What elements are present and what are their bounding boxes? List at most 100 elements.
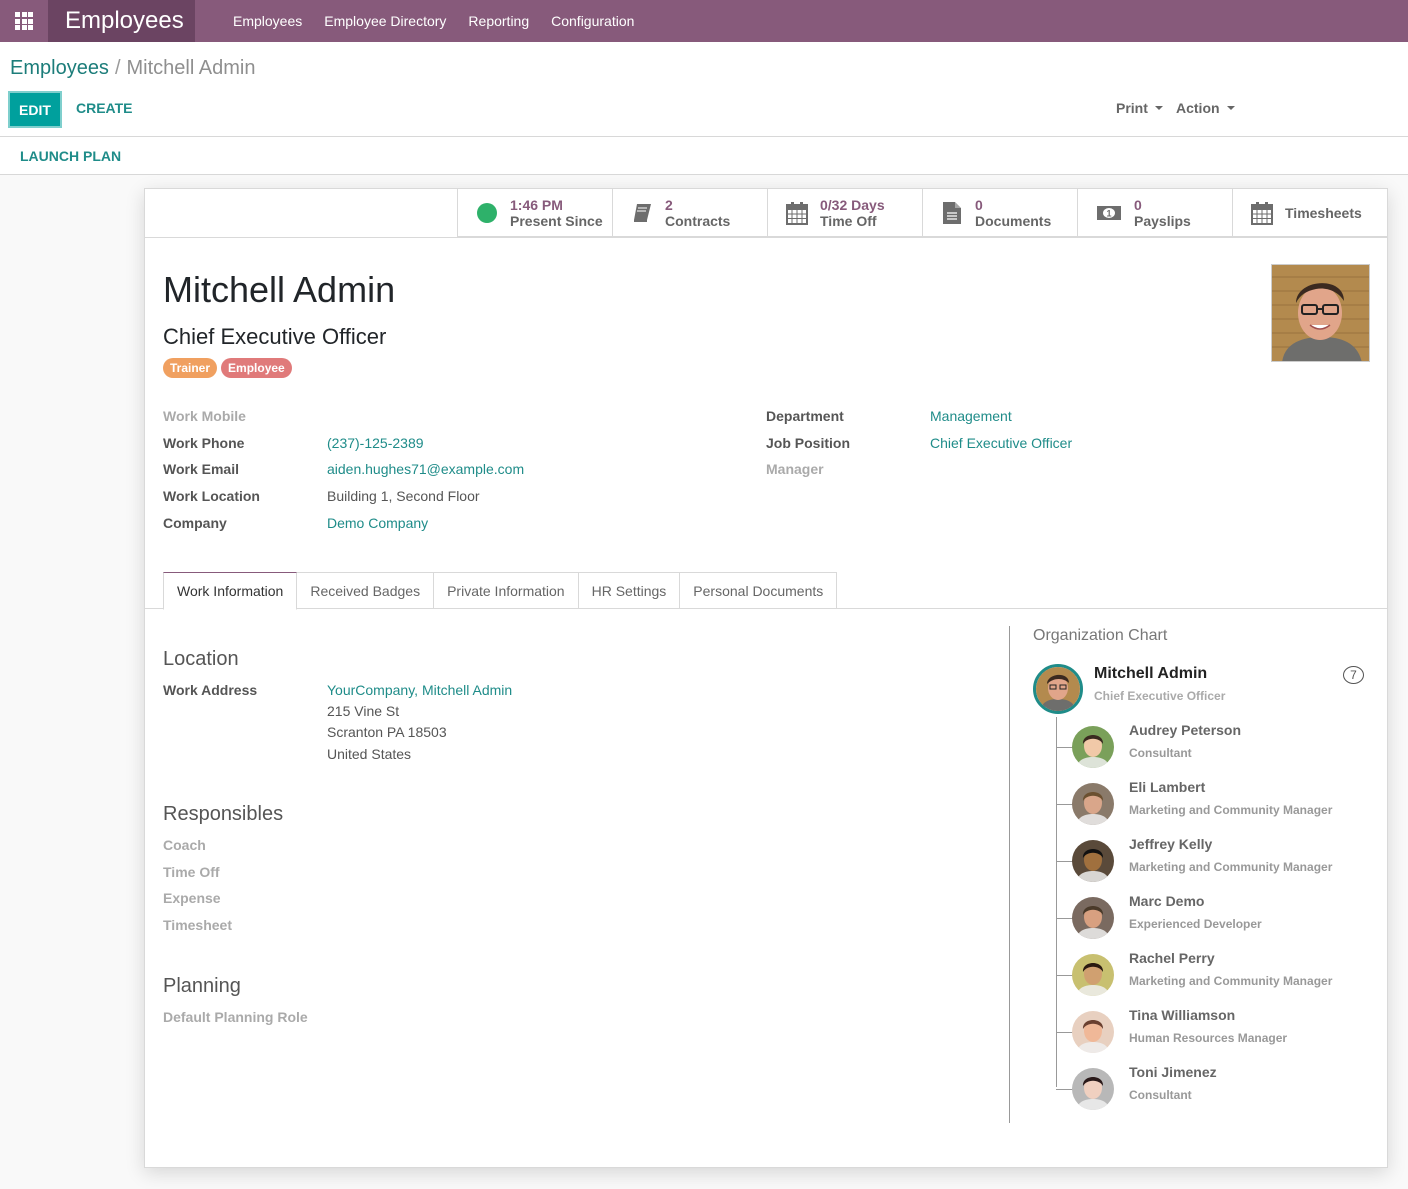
apps-menu-button[interactable] [0,0,48,42]
menu-reporting[interactable]: Reporting [468,0,529,42]
subordinate-name[interactable]: Eli Lambert [1129,779,1205,795]
work-email-value[interactable]: aiden.hughes71@example.com [327,461,524,477]
employee-name: Mitchell Admin [163,269,396,310]
subordinate-job: Marketing and Community Manager [1129,974,1333,988]
time-off-button[interactable]: 0/32 Days Time Off [767,189,922,237]
print-label: Print [1116,100,1148,116]
org-main-name: Mitchell Admin [1094,665,1208,682]
control-panel: Employees / Mitchell Admin EDIT CREATE Pri… [0,42,1408,137]
print-dropdown[interactable]: Print [1116,100,1163,116]
subordinate-name[interactable]: Toni Jimenez [1129,1064,1217,1080]
top-navbar: Employees Employees Employee Directory R… [0,0,1408,42]
location-section-title: Location [163,648,239,670]
document-icon [941,201,963,225]
org-chart-title: Organization Chart [1033,627,1168,644]
avatar[interactable] [1072,840,1114,882]
subordinate-name[interactable]: Jeffrey Kelly [1129,836,1212,852]
company-value[interactable]: Demo Company [327,515,428,531]
work-email-label: Work Email [163,461,239,477]
launch-plan-button[interactable]: LAUNCH PLAN [20,148,121,164]
org-chart-subordinate: Rachel Perry Marketing and Community Mana… [1056,950,1376,1004]
avatar[interactable] [1072,1068,1114,1110]
menu-configuration[interactable]: Configuration [551,0,634,42]
app-brand[interactable]: Employees [48,0,195,42]
avatar[interactable] [1033,664,1083,714]
subordinate-name[interactable]: Tina Williamson [1129,1007,1235,1023]
tab-work-information[interactable]: Work Information [163,572,298,610]
menu-employee-directory[interactable]: Employee Directory [324,0,446,42]
subordinate-job: Marketing and Community Manager [1129,860,1333,874]
breadcrumb-separator: / [114,57,121,79]
action-dropdown[interactable]: Action [1176,100,1235,116]
timesheet-responsible-label: Timesheet [163,917,232,933]
present-since-label: Present Since [510,213,603,229]
breadcrumb-current: Mitchell Admin [126,57,256,79]
address-line: Scranton PA 18503 [327,724,447,740]
tab-received-badges[interactable]: Received Badges [297,572,435,609]
avatar[interactable] [1072,783,1114,825]
work-phone-label: Work Phone [163,435,245,451]
org-main-job: Chief Executive Officer [1094,689,1226,703]
avatar[interactable] [1072,897,1114,939]
tab-hr-settings[interactable]: HR Settings [578,572,681,609]
manager-label: Manager [766,461,824,477]
address-line: United States [327,746,412,762]
status-bar: LAUNCH PLAN [0,137,1408,175]
default-planning-role-label: Default Planning Role [163,1009,308,1025]
org-chart-subordinate: Tina Williamson Human Resources Manager [1056,1007,1376,1061]
subordinate-job: Marketing and Community Manager [1129,803,1333,817]
tag-employee: Employee [221,358,292,378]
menu-employees[interactable]: Employees [233,0,302,42]
edit-button[interactable]: EDIT [8,91,62,128]
caret-down-icon [1226,106,1235,110]
work-address-name[interactable]: YourCompany, Mitchell Admin [327,682,512,698]
timesheets-label: Timesheets [1285,205,1362,221]
contracts-label: Contracts [665,213,731,229]
org-chart-subordinate: Eli Lambert Marketing and Community Manag… [1056,779,1376,833]
coach-label: Coach [163,837,206,853]
work-address-label: Work Address [163,682,258,698]
subordinate-name[interactable]: Audrey Peterson [1129,722,1241,738]
avatar[interactable] [1072,954,1114,996]
job-position-value[interactable]: Chief Executive Officer [930,435,1072,451]
payslips-button[interactable]: 1 0 Payslips [1077,189,1232,237]
documents-button[interactable]: 0 Documents [922,189,1077,237]
expense-responsible-label: Expense [163,890,221,906]
action-label: Action [1176,100,1220,116]
documents-label: Documents [975,213,1052,229]
employee-job-title: Chief Executive Officer [163,324,387,349]
org-tree-branch [1056,861,1073,862]
department-label: Department [766,408,844,424]
breadcrumb-employees[interactable]: Employees [10,57,109,79]
tab-personal-documents[interactable]: Personal Documents [680,572,838,609]
breadcrumb: Employees / Mitchell Admin [10,57,255,80]
responsibles-section-title: Responsibles [163,803,284,825]
subordinate-name[interactable]: Rachel Perry [1129,950,1215,966]
time-off-label: Time Off [820,213,877,229]
avatar[interactable] [1072,1011,1114,1053]
subordinate-job: Consultant [1129,746,1192,760]
subordinate-job: Experienced Developer [1129,917,1262,931]
calendar-icon [1251,201,1273,225]
timesheets-button[interactable]: Timesheets [1232,189,1387,237]
subordinates-count-badge[interactable]: 7 [1343,666,1364,684]
org-tree-branch [1056,1089,1073,1090]
contracts-count: 2 [665,197,673,213]
employee-photo[interactable] [1271,264,1370,362]
create-button[interactable]: CREATE [76,100,133,116]
department-value[interactable]: Management [930,408,1012,424]
employee-tags: Trainer Employee [163,358,296,378]
present-since-button[interactable]: 1:46 PM Present Since [457,189,612,237]
subordinate-job: Consultant [1129,1088,1192,1102]
avatar[interactable] [1072,726,1114,768]
org-tree-branch [1056,975,1073,976]
contracts-button[interactable]: 2 Contracts [612,189,767,237]
org-chart-divider [1009,626,1010,1123]
tab-private-information[interactable]: Private Information [434,572,579,609]
time-off-responsible-label: Time Off [163,864,220,880]
org-tree-branch [1056,804,1073,805]
work-phone-value[interactable]: (237)-125-2389 [327,435,424,451]
main-menu: Employees Employee Directory Reporting C… [233,0,656,42]
payslips-count: 0 [1134,197,1142,213]
subordinate-name[interactable]: Marc Demo [1129,893,1204,909]
